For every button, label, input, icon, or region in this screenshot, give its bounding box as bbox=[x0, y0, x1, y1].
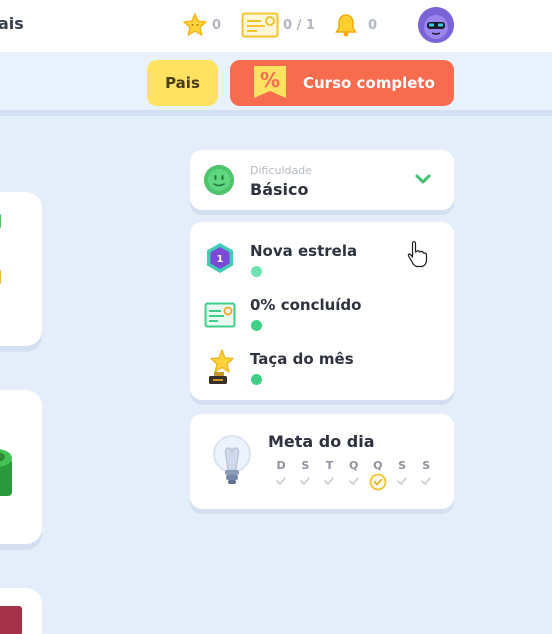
stars-count: 0 bbox=[212, 17, 222, 33]
goal-item[interactable]: Taça do mês bbox=[190, 349, 454, 400]
certificate-icon bbox=[204, 302, 236, 328]
pais-button[interactable]: Pais bbox=[147, 60, 218, 106]
weekday-letter: Q bbox=[373, 459, 383, 472]
check-icon bbox=[324, 477, 335, 485]
check-icon bbox=[421, 477, 432, 485]
lesson-card[interactable] bbox=[0, 192, 42, 346]
card-marker bbox=[0, 270, 1, 284]
goal-label: 0% concluído bbox=[250, 296, 362, 314]
notifications-counter[interactable]: 0 bbox=[333, 12, 377, 38]
percent-tag-icon: % bbox=[254, 66, 286, 98]
lesson-illustration-icon bbox=[0, 449, 12, 496]
certificate-icon bbox=[241, 12, 279, 38]
certificates-counter[interactable]: 0 / 1 bbox=[241, 12, 315, 38]
check-icon bbox=[276, 477, 286, 485]
goal-status-dot bbox=[251, 374, 262, 385]
certificates-count: 0 / 1 bbox=[283, 17, 315, 33]
svg-text:%: % bbox=[260, 68, 280, 92]
robot-avatar-icon bbox=[418, 7, 454, 43]
weekday-letter: S bbox=[301, 459, 310, 472]
weekday-letter: S bbox=[422, 459, 431, 472]
star-icon bbox=[183, 13, 207, 36]
weekday-tracker: D S T Q Q S S bbox=[269, 459, 438, 491]
weekday: Q bbox=[342, 459, 366, 489]
lesson-card[interactable] bbox=[0, 390, 42, 544]
notifications-count: 0 bbox=[368, 17, 378, 33]
bell-icon bbox=[335, 14, 357, 37]
goal-label: Nova estrela bbox=[250, 242, 358, 260]
weekday-letter: S bbox=[398, 459, 406, 472]
card-marker bbox=[0, 214, 1, 228]
weekday-letter: D bbox=[276, 459, 286, 472]
hexagon-star-1-icon: 1 bbox=[207, 243, 233, 273]
curso-completo-button[interactable]: % Curso completo bbox=[230, 60, 454, 106]
daily-goal-title: Meta do dia bbox=[268, 432, 375, 451]
difficulty-value: Básico bbox=[250, 180, 309, 199]
action-bar: Pais % Curso completo bbox=[0, 52, 552, 116]
svg-text:1: 1 bbox=[217, 254, 224, 265]
goal-item[interactable]: 0% concluído bbox=[190, 296, 454, 346]
top-bar: ais 0 0 / 1 0 bbox=[0, 0, 552, 52]
hand-pointer-icon bbox=[407, 241, 428, 268]
stars-counter[interactable]: 0 bbox=[182, 12, 221, 38]
trophy-star-icon bbox=[209, 349, 234, 384]
daily-goal-card: Meta do dia D S T Q Q S S bbox=[190, 414, 454, 509]
check-icon bbox=[300, 477, 311, 485]
lightbulb-icon bbox=[213, 435, 251, 484]
page-title-fragment: ais bbox=[0, 14, 24, 33]
smiley-icon bbox=[204, 165, 234, 195]
user-avatar[interactable] bbox=[418, 7, 454, 43]
check-icon bbox=[397, 477, 407, 485]
chevron-down-icon[interactable] bbox=[414, 172, 432, 186]
weekday: S bbox=[390, 459, 414, 489]
weekday: T bbox=[317, 459, 341, 489]
lesson-card[interactable] bbox=[0, 588, 42, 634]
goal-label: Taça do mês bbox=[250, 350, 354, 368]
curso-completo-label: Curso completo bbox=[303, 74, 435, 92]
goal-status-dot bbox=[251, 320, 262, 331]
goal-status-dot bbox=[251, 266, 262, 277]
difficulty-caption: Dificuldade bbox=[250, 164, 313, 177]
weekday: D bbox=[269, 459, 293, 489]
difficulty-selector[interactable]: Dificuldade Básico bbox=[190, 150, 454, 210]
weekday: S bbox=[293, 459, 317, 489]
weekday-letter: T bbox=[325, 459, 334, 472]
check-icon bbox=[348, 477, 359, 485]
check-circle-icon bbox=[369, 473, 387, 491]
weekday-current: Q bbox=[366, 459, 390, 491]
weekday-letter: Q bbox=[348, 459, 359, 472]
lesson-illustration bbox=[0, 606, 22, 634]
weekday: S bbox=[414, 459, 438, 489]
